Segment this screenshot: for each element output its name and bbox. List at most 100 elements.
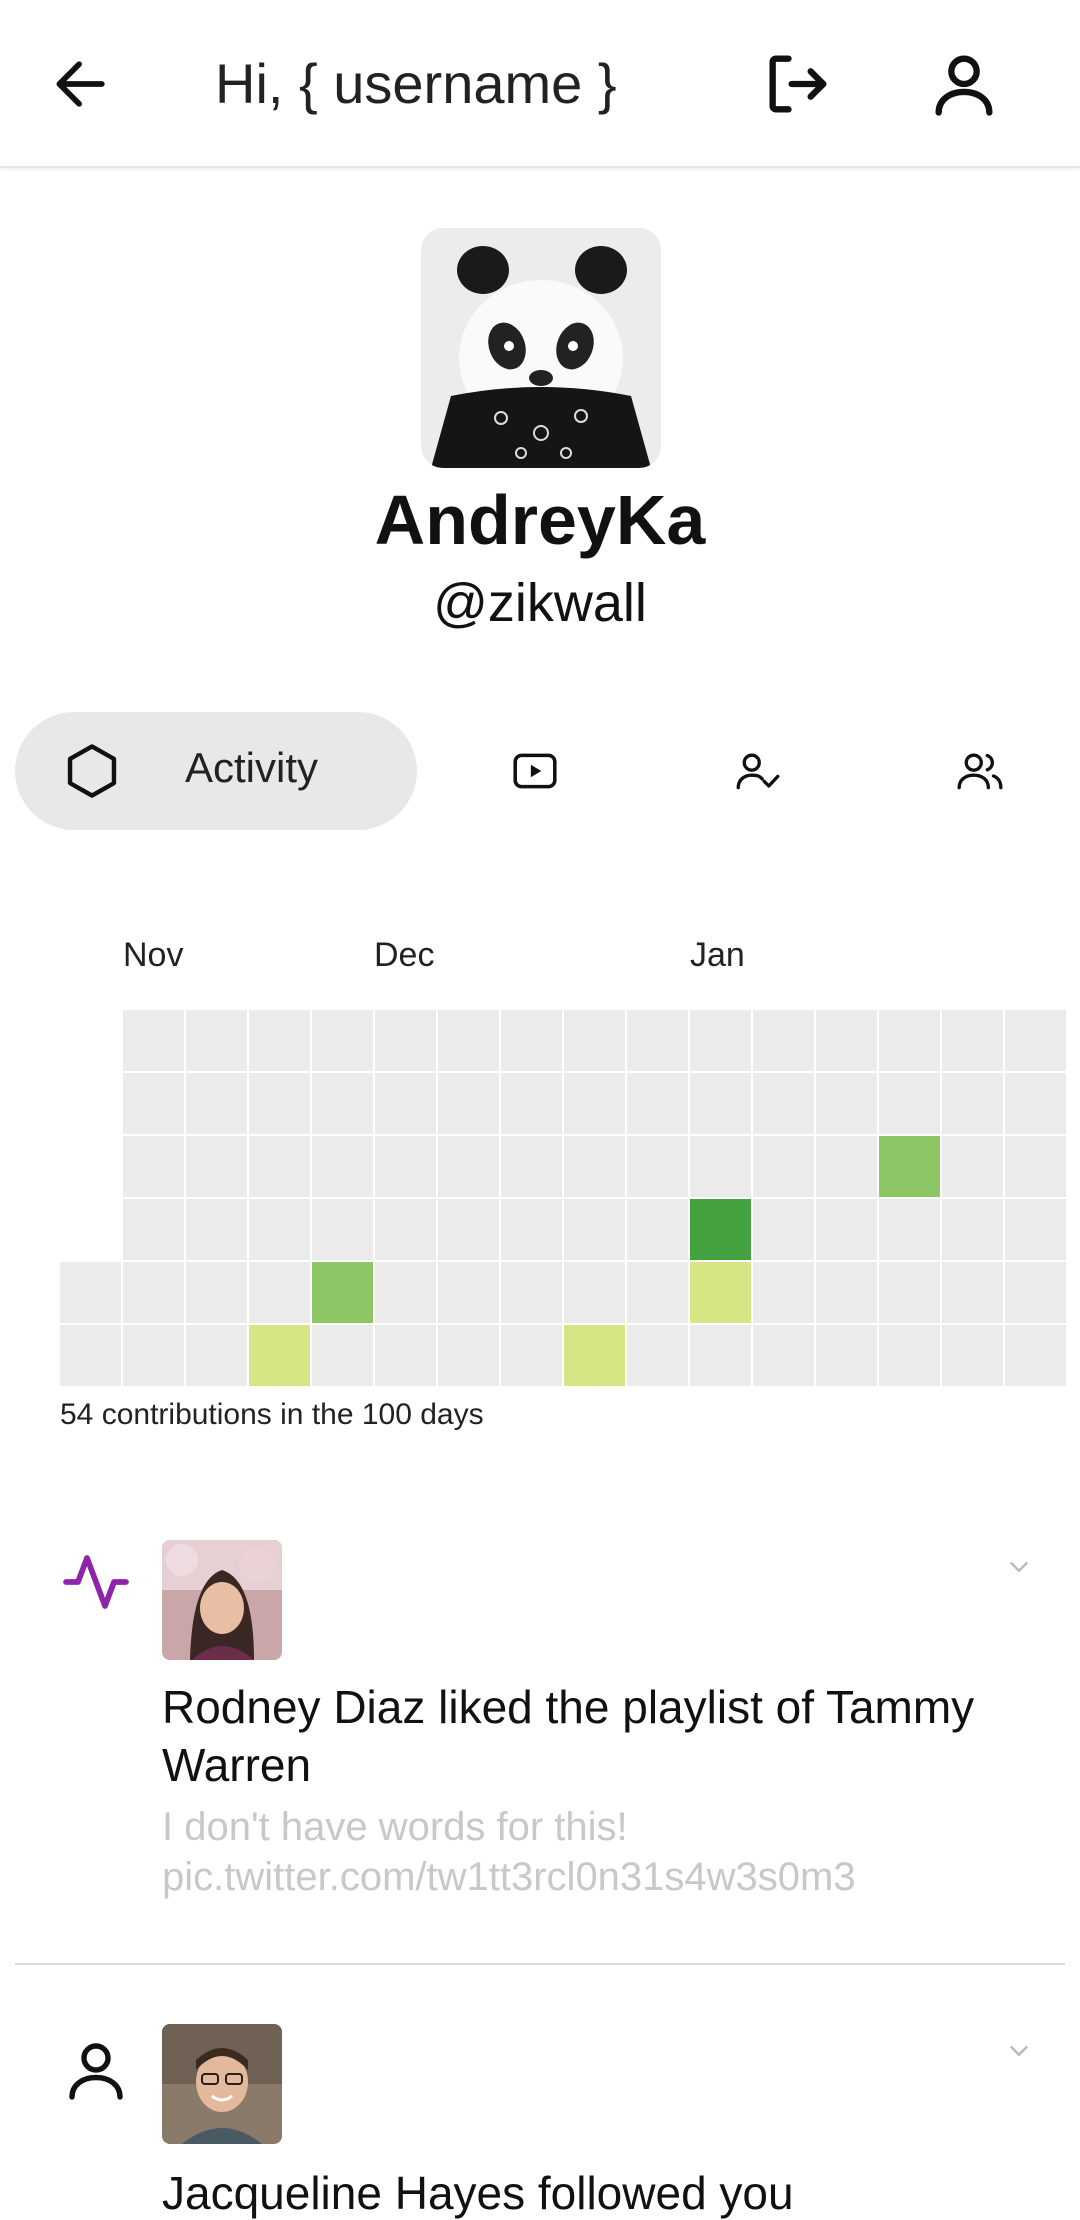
contribution-cell: [816, 1262, 877, 1323]
logout-icon[interactable]: [760, 46, 836, 122]
contribution-cell: [438, 1136, 499, 1197]
contribution-cell: [564, 1199, 625, 1260]
contribution-cell: [60, 1262, 121, 1323]
contribution-cell: [816, 1073, 877, 1134]
contribution-cell: [942, 1073, 1003, 1134]
contribution-cell: [501, 1262, 562, 1323]
contribution-cell: [249, 1262, 310, 1323]
contribution-cell: [564, 1262, 625, 1323]
contribution-cell: [942, 1199, 1003, 1260]
top-app-bar: Hi, { username }: [0, 0, 1080, 168]
feed-item[interactable]: Rodney Diaz liked the playlist of Tammy …: [0, 1540, 1080, 1960]
contribution-graph: Nov Dec Jan 54 contributions in the 100 …: [0, 920, 1080, 1440]
contribution-cell: [375, 1325, 436, 1386]
contribution-cell: [501, 1199, 562, 1260]
contribution-cell: [312, 1073, 373, 1134]
contribution-cell: [123, 1073, 184, 1134]
contribution-cell: [375, 1136, 436, 1197]
contribution-cell: [249, 1325, 310, 1386]
contribution-cell: [564, 1136, 625, 1197]
contribution-cell: [501, 1325, 562, 1386]
contribution-cell: [627, 1010, 688, 1071]
contribution-cell: [816, 1136, 877, 1197]
tab-activity[interactable]: Activity: [15, 712, 417, 830]
profile-avatar: [421, 228, 661, 468]
contribution-cell: [816, 1199, 877, 1260]
contribution-cell: [186, 1073, 247, 1134]
contribution-cell: [375, 1262, 436, 1323]
contribution-cell: [753, 1199, 814, 1260]
feed-item[interactable]: Jacqueline Hayes followed you: [0, 2024, 1080, 2220]
chevron-down-icon[interactable]: [1004, 1552, 1034, 1582]
woman-avatar: [162, 1540, 282, 1660]
contribution-cell: [249, 1010, 310, 1071]
contribution-cell: [312, 1262, 373, 1323]
user-check-icon[interactable]: [733, 746, 783, 796]
month-label: Nov: [123, 936, 184, 974]
contribution-cell: [438, 1325, 499, 1386]
contribution-cell: [627, 1136, 688, 1197]
contribution-cell: [249, 1136, 310, 1197]
contribution-cell: [1005, 1010, 1066, 1071]
contribution-cell: [375, 1010, 436, 1071]
contribution-cell: [1005, 1262, 1066, 1323]
contribution-cell: [312, 1136, 373, 1197]
contribution-cell: [375, 1199, 436, 1260]
contribution-cell: [879, 1136, 940, 1197]
contribution-cell: [375, 1073, 436, 1134]
contribution-cell: [690, 1325, 751, 1386]
user-icon[interactable]: [926, 46, 1002, 122]
contribution-cell: [753, 1136, 814, 1197]
contribution-cell: [501, 1073, 562, 1134]
contribution-cell: [564, 1325, 625, 1386]
play-icon[interactable]: [510, 746, 560, 796]
contribution-cell: [249, 1199, 310, 1260]
feed-item-title: Jacqueline Hayes followed you: [162, 2167, 794, 2219]
contribution-cell: [879, 1325, 940, 1386]
feed-item-title: Rodney Diaz liked the playlist of Tammy …: [162, 1681, 975, 1791]
contribution-cell: [1005, 1073, 1066, 1134]
profile-name: AndreyKa: [374, 481, 706, 559]
contribution-cell: [753, 1010, 814, 1071]
feed-item-subtitle: I don't have words for this! pic.twitter…: [162, 1805, 856, 1899]
contribution-cell: [1005, 1136, 1066, 1197]
contribution-cell: [753, 1073, 814, 1134]
contribution-cell: [627, 1073, 688, 1134]
contribution-cell: [564, 1073, 625, 1134]
contribution-cell: [816, 1325, 877, 1386]
feed-divider: [15, 1963, 1065, 1965]
contribution-cell: [123, 1136, 184, 1197]
contribution-cell: [438, 1199, 499, 1260]
contribution-cell: [312, 1325, 373, 1386]
contribution-cell: [249, 1073, 310, 1134]
arrow-left-icon[interactable]: [48, 50, 116, 118]
contribution-cell: [879, 1199, 940, 1260]
contribution-cell: [690, 1136, 751, 1197]
man-avatar: [162, 2024, 282, 2144]
contribution-cell: [627, 1325, 688, 1386]
contribution-cell: [627, 1262, 688, 1323]
greeting-title: Hi, { username }: [215, 52, 617, 115]
contribution-cell: [564, 1010, 625, 1071]
contribution-cell: [690, 1262, 751, 1323]
contribution-cell: [123, 1262, 184, 1323]
contribution-cell: [690, 1073, 751, 1134]
contribution-cell: [123, 1199, 184, 1260]
contribution-cell: [879, 1073, 940, 1134]
chevron-down-icon[interactable]: [1004, 2036, 1034, 2066]
contribution-cell: [690, 1010, 751, 1071]
contribution-cell: [1005, 1199, 1066, 1260]
profile-tabs: Activity: [0, 712, 1080, 830]
contribution-cell: [1005, 1325, 1066, 1386]
contribution-cell: [753, 1262, 814, 1323]
contribution-cell: [942, 1325, 1003, 1386]
contribution-cell: [438, 1010, 499, 1071]
contribution-cell: [501, 1010, 562, 1071]
users-icon[interactable]: [955, 746, 1005, 796]
contribution-cell: [942, 1262, 1003, 1323]
contribution-cell: [942, 1136, 1003, 1197]
contribution-cell: [123, 1010, 184, 1071]
contribution-cell: [879, 1010, 940, 1071]
contribution-cell: [186, 1199, 247, 1260]
contribution-cell: [312, 1199, 373, 1260]
